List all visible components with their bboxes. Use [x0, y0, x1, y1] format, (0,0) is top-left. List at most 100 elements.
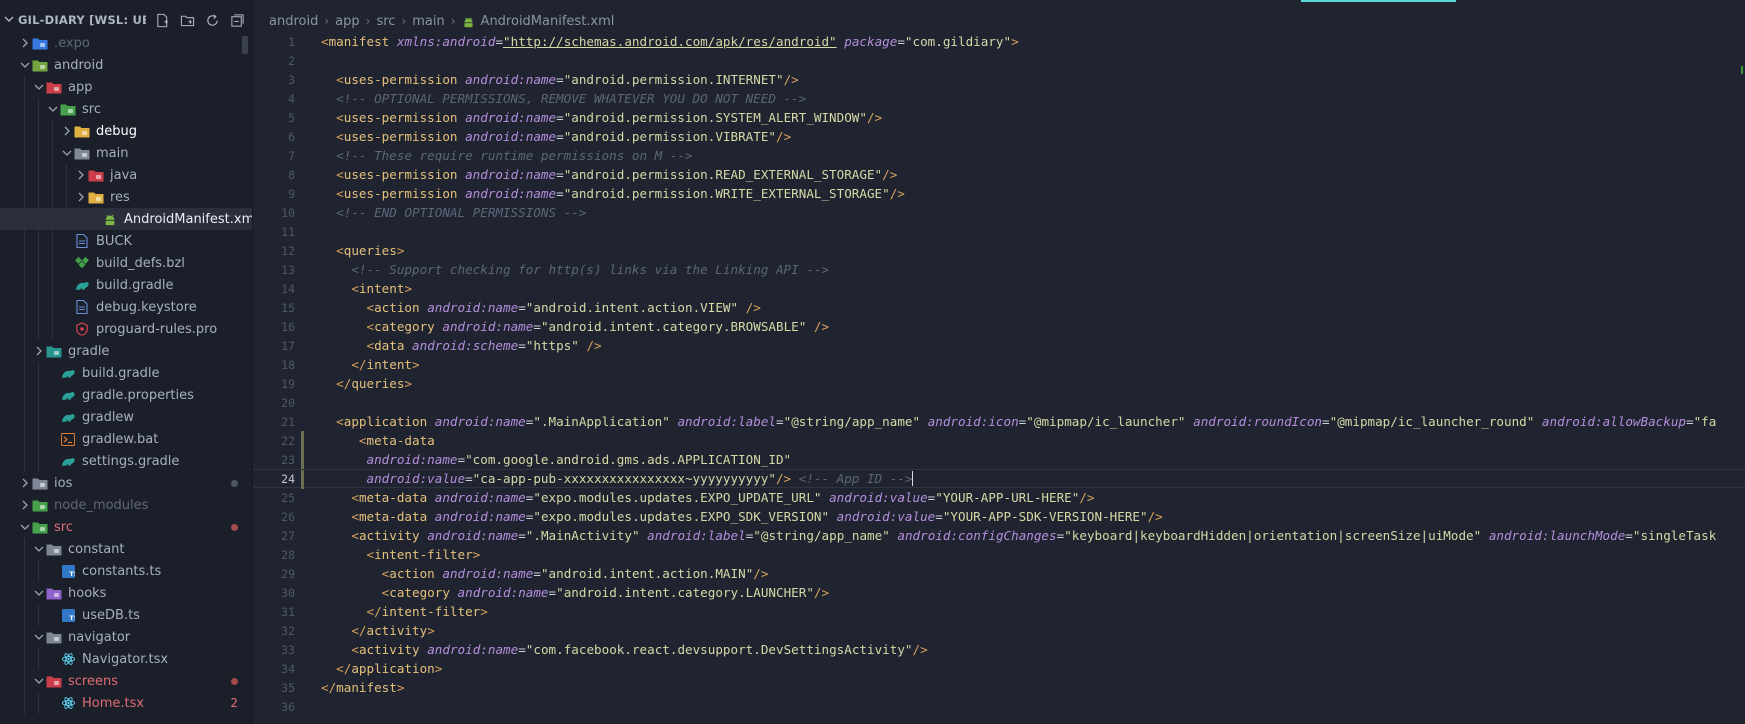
code-line[interactable]: 34 </application > — [253, 659, 1745, 678]
tree-file-gradle-properties[interactable]: gradle.properties — [0, 384, 252, 406]
tree-folder-navigator[interactable]: navigator — [0, 626, 252, 648]
code-line[interactable]: 27 < activity android:name = ".MainActivity… — [253, 526, 1745, 545]
code-line[interactable]: 13 <!-- Support checking for http(s) lin… — [253, 260, 1745, 279]
breadcrumb-item[interactable]: src — [376, 14, 395, 29]
code-line[interactable]: 5 < uses-permission android:name = "android… — [253, 108, 1745, 127]
tree-file-build-gradle[interactable]: build.gradle — [0, 274, 252, 296]
code-line[interactable]: 26 < meta-data android:name = "expo.modules… — [253, 507, 1745, 526]
code-line[interactable]: 33 < activity android:name = "com.facebook.… — [253, 640, 1745, 659]
chevron-down-icon[interactable] — [18, 522, 32, 532]
code-line[interactable]: 23 android:name = "com.google.android.gms.… — [253, 450, 1745, 469]
code-line[interactable]: 12 < queries > — [253, 241, 1745, 260]
breadcrumb-file[interactable]: AndroidManifest.xml — [481, 14, 615, 29]
code-line[interactable]: 10 <!-- END OPTIONAL PERMISSIONS --> — [253, 203, 1745, 222]
chevron-right-icon[interactable] — [74, 192, 88, 202]
tree-file-build-gradle[interactable]: build.gradle — [0, 362, 252, 384]
tree-file-usedb-ts[interactable]: TS useDB.ts — [0, 604, 252, 626]
chevron-right-icon[interactable] — [60, 126, 74, 136]
tree-file-navigator-tsx[interactable]: Navigator.tsx — [0, 648, 252, 670]
chevron-right-icon[interactable] — [18, 500, 32, 510]
chevron-down-icon[interactable] — [32, 544, 46, 554]
code-line[interactable]: 31 </intent-filter > — [253, 602, 1745, 621]
code-line[interactable]: 1 < manifest xmlns:android = "http://schemas… — [253, 32, 1745, 51]
tree-folder-res[interactable]: res — [0, 186, 252, 208]
chevron-right-icon[interactable] — [18, 478, 32, 488]
tree-file-androidmanifest-xml[interactable]: AndroidManifest.xml — [0, 208, 252, 230]
code-line[interactable]: 16 < category android:name = "android.inten… — [253, 317, 1745, 336]
code-line[interactable]: 30 < category android:name = "android.inten… — [253, 583, 1745, 602]
code-line[interactable]: 3 < uses-permission android:name = "android… — [253, 70, 1745, 89]
sidebar-scrollbar[interactable] — [242, 36, 248, 54]
collapse-all-icon[interactable] — [228, 11, 246, 29]
code-area[interactable]: 1 < manifest xmlns:android = "http://schemas… — [253, 32, 1745, 716]
chevron-down-icon[interactable] — [32, 676, 46, 686]
breadcrumb-item[interactable]: main — [412, 14, 444, 29]
chevron-down-icon[interactable] — [32, 632, 46, 642]
code-line[interactable]: 36 — [253, 697, 1745, 716]
tree-file-constants-ts[interactable]: TS constants.ts — [0, 560, 252, 582]
code-line[interactable]: 17 < data android:scheme = "https" /> — [253, 336, 1745, 355]
code-line[interactable]: 15 < action android:name = "android.intent.… — [253, 298, 1745, 317]
chevron-down-icon[interactable] — [4, 14, 18, 27]
tree-file-gradlew[interactable]: gradlew — [0, 406, 252, 428]
tree-folder-main[interactable]: main — [0, 142, 252, 164]
tree-file-debug-keystore[interactable]: debug.keystore — [0, 296, 252, 318]
code-line[interactable]: 21 < application android:name = ".MainAppli… — [253, 412, 1745, 431]
refresh-icon[interactable] — [203, 11, 221, 29]
code-line[interactable]: 14 < intent > — [253, 279, 1745, 298]
chevron-right-icon[interactable] — [74, 170, 88, 180]
chevron-down-icon[interactable] — [46, 104, 60, 114]
chevron-down-icon[interactable] — [32, 588, 46, 598]
code-token: <!-- These require runtime permissions o… — [336, 148, 693, 163]
code-line[interactable]: 32 </activity > — [253, 621, 1745, 640]
code-editor[interactable]: android › app › src › main › AndroidMani… — [253, 0, 1745, 724]
new-file-icon[interactable] — [153, 11, 171, 29]
code-line[interactable]: 2 — [253, 51, 1745, 70]
code-line[interactable]: 6 < uses-permission android:name = "android… — [253, 127, 1745, 146]
code-line[interactable]: 28 < intent-filter > — [253, 545, 1745, 564]
code-line[interactable]: 22 < meta-data — [253, 431, 1745, 450]
tree-folder-debug[interactable]: debug — [0, 120, 252, 142]
code-line[interactable]: 4 <!-- OPTIONAL PERMISSIONS, REMOVE WHAT… — [253, 89, 1745, 108]
tree-folder-node-modules[interactable]: node_modules — [0, 494, 252, 516]
line-content: < uses-permission android:name = "android.p… — [321, 167, 897, 182]
chevron-down-icon[interactable] — [60, 148, 74, 158]
code-line[interactable]: 35 </manifest > — [253, 678, 1745, 697]
code-line[interactable]: 7 <!-- These require runtime permissions… — [253, 146, 1745, 165]
tree-folder-ios[interactable]: ios — [0, 472, 252, 494]
tree-folder-src[interactable]: src — [0, 98, 252, 120]
code-line[interactable]: 8 < uses-permission android:name = "android… — [253, 165, 1745, 184]
tree-folder-constant[interactable]: constant — [0, 538, 252, 560]
tree-folder-screens[interactable]: screens — [0, 670, 252, 692]
tree-folder-app[interactable]: app — [0, 76, 252, 98]
tree-folder-java[interactable]: java — [0, 164, 252, 186]
code-line[interactable]: 11 — [253, 222, 1745, 241]
chevron-down-icon[interactable] — [18, 60, 32, 70]
code-line[interactable]: 18 </intent > — [253, 355, 1745, 374]
code-line[interactable]: 9 < uses-permission android:name = "android… — [253, 184, 1745, 203]
code-line[interactable]: 24 android:value = "ca-app-pub-xxxxxxxxxxx… — [253, 469, 1745, 489]
tree-folder-src[interactable]: src — [0, 516, 252, 538]
code-line[interactable]: 20 — [253, 393, 1745, 412]
tree-file-gradlew-bat[interactable]: gradlew.bat — [0, 428, 252, 450]
tree-folder-gradle[interactable]: gradle — [0, 340, 252, 362]
breadcrumb-item[interactable]: app — [335, 14, 359, 29]
tree-file-settings-gradle[interactable]: settings.gradle — [0, 450, 252, 472]
tree-file-buck[interactable]: BUCK — [0, 230, 252, 252]
tree-file-build-defs-bzl[interactable]: build_defs.bzl — [0, 252, 252, 274]
tree-folder-hooks[interactable]: hooks — [0, 582, 252, 604]
code-line[interactable]: 29 < action android:name = "android.intent.… — [253, 564, 1745, 583]
tree-folder-android[interactable]: android — [0, 54, 252, 76]
chevron-right-icon[interactable] — [32, 346, 46, 356]
chevron-down-icon[interactable] — [32, 82, 46, 92]
indent-guide — [38, 560, 39, 582]
tree-file-proguard-rules-pro[interactable]: proguard-rules.pro — [0, 318, 252, 340]
breadcrumb-item[interactable]: android — [269, 14, 318, 29]
tree-folder--expo[interactable]: .expo — [0, 32, 252, 54]
new-folder-icon[interactable] — [178, 11, 196, 29]
code-line[interactable]: 25 < meta-data android:name = "expo.modules… — [253, 488, 1745, 507]
chevron-right-icon[interactable] — [18, 38, 32, 48]
tree-file-home-tsx[interactable]: Home.tsx 2 — [0, 692, 252, 714]
tree-item-label: res — [110, 189, 130, 205]
code-line[interactable]: 19 </queries > — [253, 374, 1745, 393]
